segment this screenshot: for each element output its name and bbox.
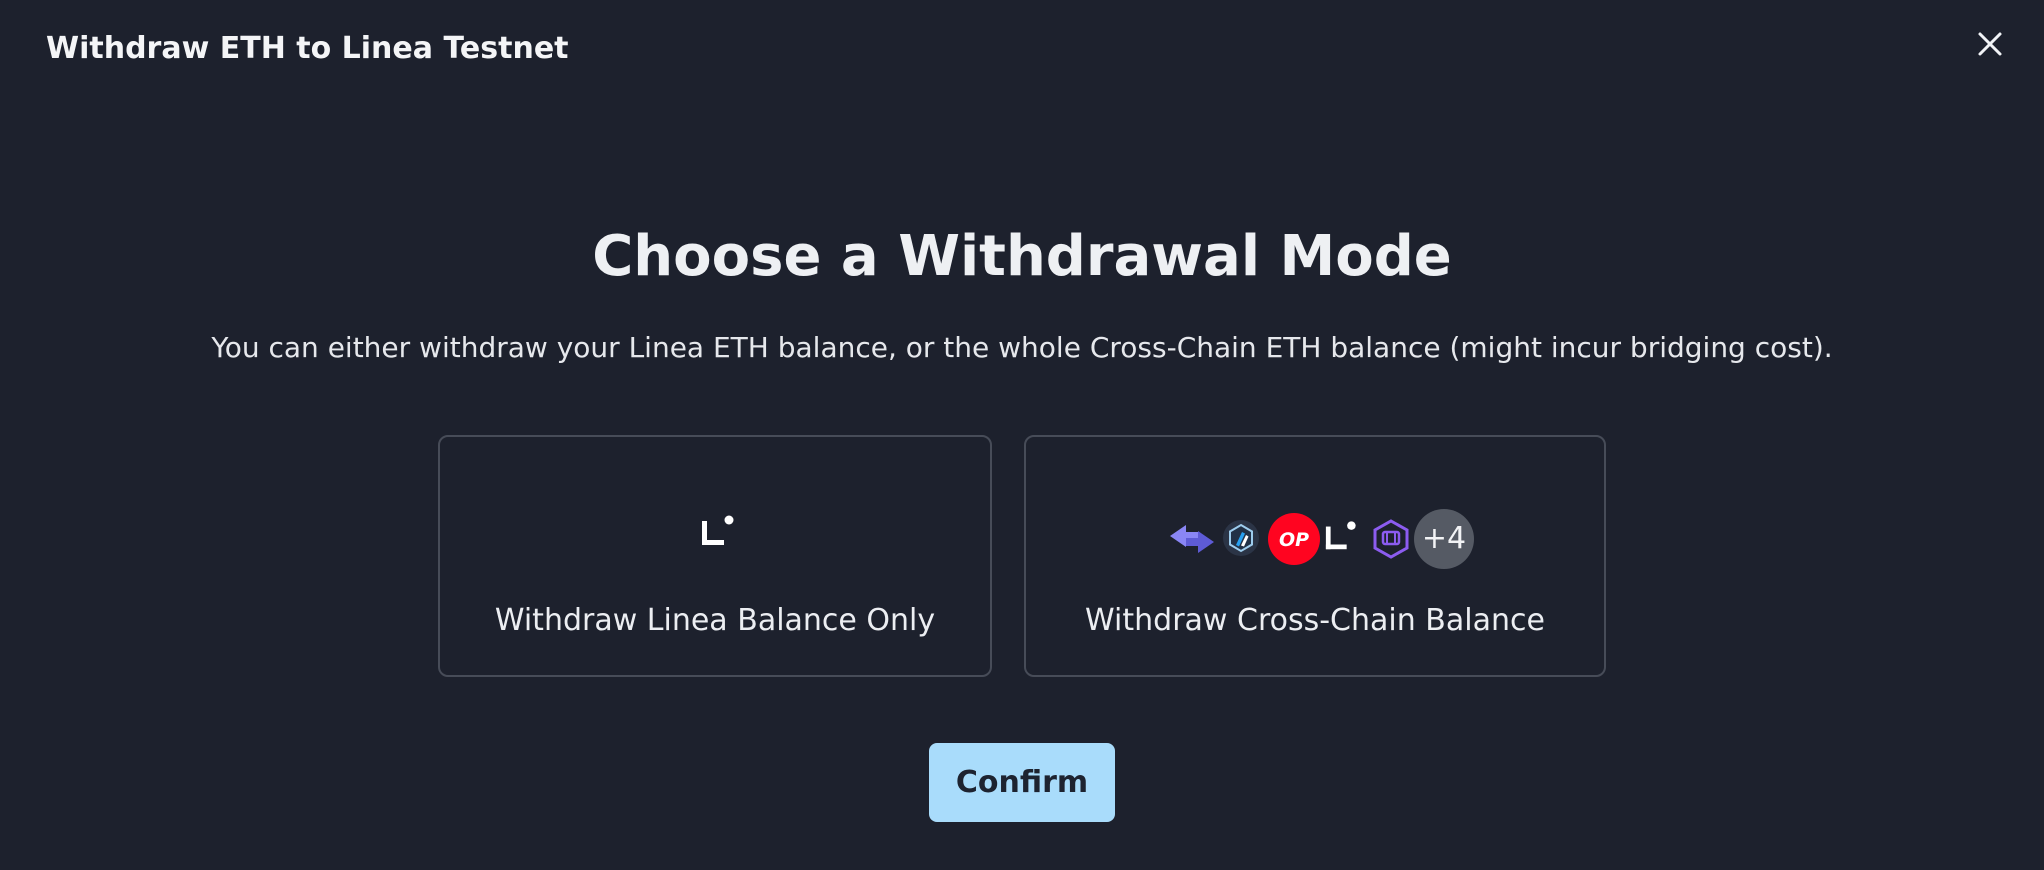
optimism-icon: OP: [1268, 513, 1320, 565]
cross-chain-label: Withdraw Cross-Chain Balance: [1085, 603, 1545, 638]
optimism-icon-text: OP: [1279, 529, 1309, 551]
confirm-button[interactable]: Confirm: [929, 743, 1115, 822]
arbitrum-icon: [1223, 520, 1259, 556]
page-subtitle: You can either withdraw your Linea ETH b…: [211, 331, 1833, 364]
linea-icon: [702, 515, 734, 545]
page-heading: Choose a Withdrawal Mode: [592, 224, 1452, 289]
linea-only-label: Withdraw Linea Balance Only: [494, 603, 936, 638]
linea-icon: [1325, 521, 1356, 550]
close-icon: [1978, 32, 2002, 56]
withdraw-dialog: Withdraw ETH to Linea Testnet Choose a W…: [0, 0, 2044, 870]
dialog-title: Withdraw ETH to Linea Testnet: [46, 31, 569, 66]
chain-icons-row: OP +4: [1026, 507, 1604, 569]
close-button[interactable]: [1970, 24, 2010, 64]
withdraw-cross-chain-option[interactable]: OP +4 Withdraw Cross-Chain Balance: [1024, 435, 1606, 677]
swap-arrows-icon: [1170, 525, 1214, 553]
withdraw-linea-only-option[interactable]: Withdraw Linea Balance Only: [438, 435, 992, 677]
scroll-icon: [1373, 519, 1409, 559]
more-chains-badge: +4: [1414, 509, 1474, 569]
